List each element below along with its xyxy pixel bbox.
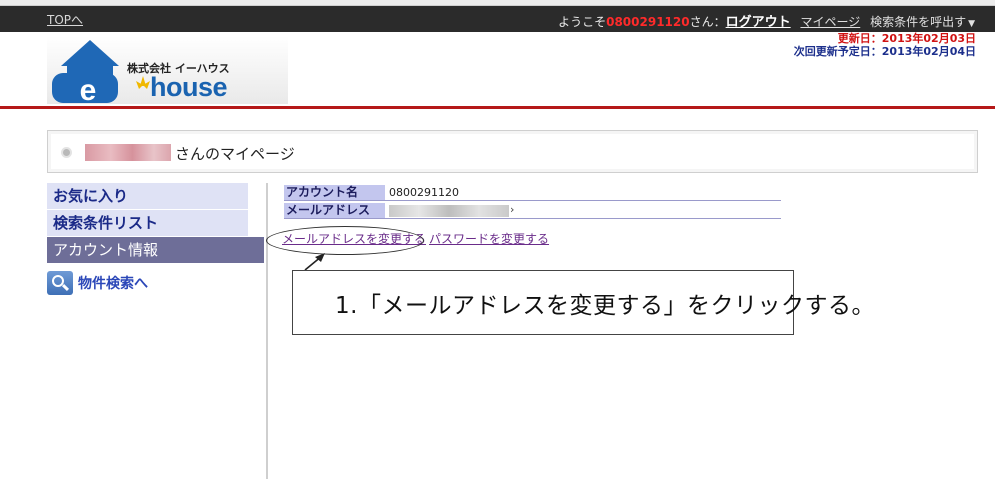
update-info: 更新日：2013年02月03日 次回更新予定日：2013年02月04日	[794, 32, 976, 58]
email-tail: ›	[510, 203, 515, 216]
caret-down-icon: ▼	[968, 19, 975, 29]
account-name-value: 0800291120	[389, 186, 459, 199]
property-search-label: 物件検索へ	[78, 276, 148, 292]
instruction-text: 1.「メールアドレスを変更する」をクリックする。	[335, 293, 875, 319]
search-icon	[47, 271, 73, 295]
sidebar-item-account-info[interactable]: アカウント情報	[47, 237, 264, 263]
mypage-link[interactable]: マイページ	[800, 15, 860, 29]
sparkle-icon	[136, 76, 150, 89]
recall-conditions-menu[interactable]: 検索条件を呼出す ▼	[870, 15, 975, 29]
welcome-suffix: さん：	[689, 15, 726, 29]
site-logo[interactable]: e 株式会社 イーハウス house	[47, 36, 288, 104]
user-menu: ようこそ0800291120さん：ログアウト マイページ 検索条件を呼出す ▼	[558, 11, 975, 30]
sidebar-item-favorites[interactable]: お気に入り	[47, 183, 248, 209]
redacted-username	[85, 144, 171, 161]
logout-link[interactable]: ログアウト	[726, 15, 791, 30]
redacted-email	[389, 205, 509, 217]
email-row: メールアドレス ›	[284, 203, 781, 219]
account-name-row: アカウント名 0800291120	[284, 185, 781, 201]
top-navigation-bar: TOPへ ようこそ0800291120さん：ログアウト マイページ 検索条件を呼…	[0, 6, 995, 32]
welcome-prefix: ようこそ	[558, 15, 607, 29]
sidebar-item-search-conditions[interactable]: 検索条件リスト	[47, 210, 248, 236]
header-divider	[0, 106, 995, 109]
logo-letter: e	[80, 74, 97, 104]
logo-wordmark: house	[150, 72, 228, 102]
vertical-divider	[266, 183, 268, 479]
email-label: メールアドレス	[284, 203, 385, 218]
next-update-date: 次回更新予定日：2013年02月04日	[793, 45, 976, 58]
property-search-link[interactable]: 物件検索へ	[47, 270, 148, 296]
top-link[interactable]: TOPへ	[47, 11, 83, 28]
change-password-link[interactable]: パスワードを変更する	[429, 232, 549, 246]
bullet-icon	[61, 147, 72, 158]
account-name-label: アカウント名	[284, 185, 385, 200]
page-title-box: さんのマイページ	[47, 130, 978, 173]
instruction-callout: 1.「メールアドレスを変更する」をクリックする。	[292, 270, 874, 335]
page-title: さんのマイページ	[175, 145, 295, 163]
updated-date: 更新日：2013年02月03日	[837, 32, 976, 45]
user-phone: 0800291120	[606, 15, 690, 29]
recall-conditions-label: 検索条件を呼出す	[870, 15, 967, 29]
highlight-ellipse	[266, 226, 424, 255]
